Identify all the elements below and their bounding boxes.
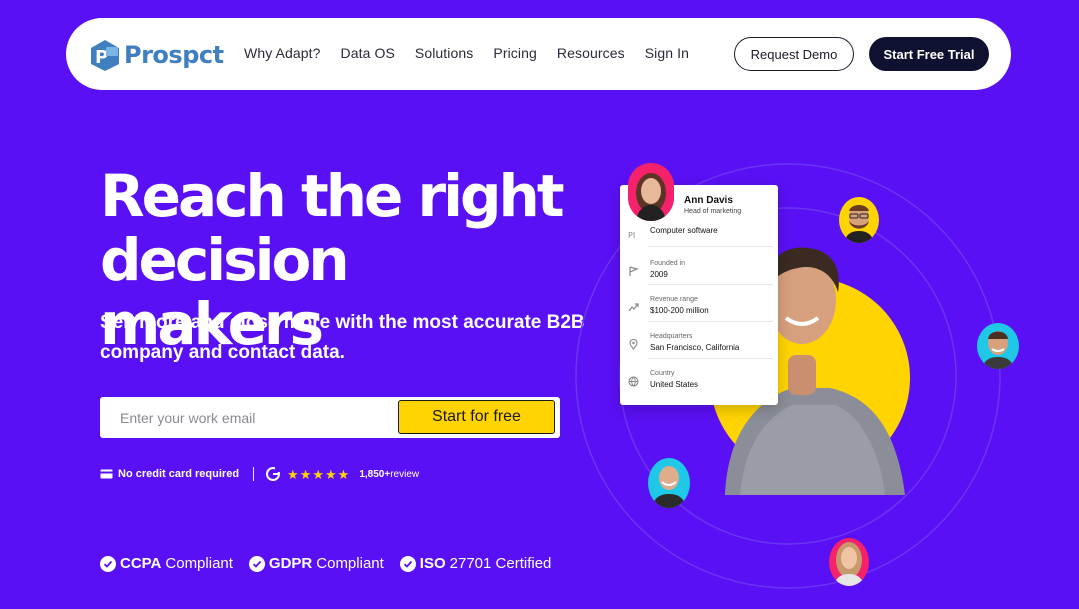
industry-icon: PI	[628, 227, 639, 240]
rating-stars: ★ ★ ★ ★ ★	[287, 468, 350, 481]
work-email-input[interactable]	[100, 397, 396, 438]
founded-label: Founded in	[650, 260, 686, 267]
iso-status: 27701 Certified	[449, 555, 552, 572]
brand-logo[interactable]: P Prospct	[88, 38, 224, 72]
iso-badge: ISO 27701 Certified	[399, 555, 552, 572]
orbit-avatar-4	[829, 538, 869, 586]
star-icon: ★	[337, 466, 350, 482]
iso-label: ISO	[419, 555, 446, 572]
headquarters-value: San Francisco, California	[650, 343, 740, 352]
svg-text:PI: PI	[628, 231, 635, 240]
nav-solutions[interactable]: Solutions	[415, 45, 474, 61]
hero-subtitle-line-2: company and contact data.	[100, 342, 345, 363]
divider	[648, 246, 773, 247]
review-count: 1,850+	[359, 468, 391, 480]
check-circle-icon	[399, 555, 416, 572]
orbit-avatar-3	[648, 458, 690, 508]
ann-davis-avatar	[628, 163, 674, 221]
start-for-free-button[interactable]: Start for free	[398, 400, 555, 434]
divider	[648, 284, 773, 285]
divider	[253, 467, 255, 481]
nav-resources[interactable]: Resources	[557, 45, 625, 61]
check-circle-icon	[248, 555, 265, 572]
founded-value: 2009	[650, 270, 668, 279]
contact-role: Head of marketing	[684, 208, 742, 215]
country-value: United States	[650, 380, 699, 389]
nav-why-adapt[interactable]: Why Adapt?	[244, 45, 321, 61]
contact-profile-card: Ann Davis Head of marketing PI Computer …	[620, 163, 778, 405]
nav-data-os[interactable]: Data OS	[341, 45, 395, 61]
credit-card-icon	[100, 469, 113, 479]
orbit-avatar-2	[977, 323, 1019, 369]
star-icon: ★	[299, 466, 312, 482]
divider	[648, 358, 773, 359]
star-icon: ★	[312, 466, 325, 482]
top-nav-bar: P Prospct Why Adapt? Data OS Solutions P…	[66, 18, 1011, 90]
trend-icon	[628, 300, 639, 312]
globe-icon	[628, 374, 639, 387]
hero-subtitle-line-1: Sell more and close more with the most a…	[100, 312, 585, 333]
revenue-value: $100-200 million	[650, 306, 709, 315]
check-circle-icon	[100, 555, 116, 572]
compliance-badges: CCPA Compliant GDPR Compliant ISO 27701 …	[100, 555, 567, 572]
divider	[648, 321, 773, 322]
gdpr-label: GDPR	[268, 555, 313, 572]
trust-row: No credit card required ★ ★ ★ ★ ★ 1,850+…	[100, 467, 419, 481]
request-demo-button[interactable]: Request Demo	[734, 37, 854, 71]
ccpa-label: CCPA	[120, 555, 162, 572]
brand-name: Prospct	[124, 41, 224, 69]
review-label: review	[390, 468, 420, 480]
star-icon: ★	[325, 466, 337, 482]
nav-pricing[interactable]: Pricing	[493, 45, 537, 61]
location-pin-icon	[628, 337, 639, 350]
gdpr-status: Compliant	[316, 555, 384, 572]
email-signup-form: Start for free	[100, 397, 560, 438]
ccpa-badge: CCPA Compliant	[100, 555, 233, 572]
nav-sign-in[interactable]: Sign In	[645, 45, 689, 61]
orbit-avatar-1	[839, 197, 879, 243]
headquarters-label: Headquarters	[650, 333, 693, 340]
star-icon: ★	[287, 466, 299, 482]
hero-title-line-1: Reach the right	[100, 162, 565, 230]
country-label: Country	[650, 370, 675, 377]
flag-icon	[628, 264, 639, 276]
ccpa-status: Compliant	[165, 555, 233, 572]
logo-icon: P	[91, 40, 119, 71]
industry-value: Computer software	[650, 226, 718, 235]
main-menu: Why Adapt? Data OS Solutions Pricing Res…	[244, 45, 709, 61]
no-credit-card-text: No credit card required	[118, 468, 240, 480]
hero-subtitle: Sell more and close more with the most a…	[100, 308, 600, 368]
revenue-label: Revenue range	[650, 296, 698, 303]
gdpr-badge: GDPR Compliant	[248, 555, 384, 572]
contact-name: Ann Davis	[684, 195, 733, 206]
g2-logo-icon	[266, 467, 281, 481]
start-free-trial-button[interactable]: Start Free Trial	[869, 37, 989, 71]
